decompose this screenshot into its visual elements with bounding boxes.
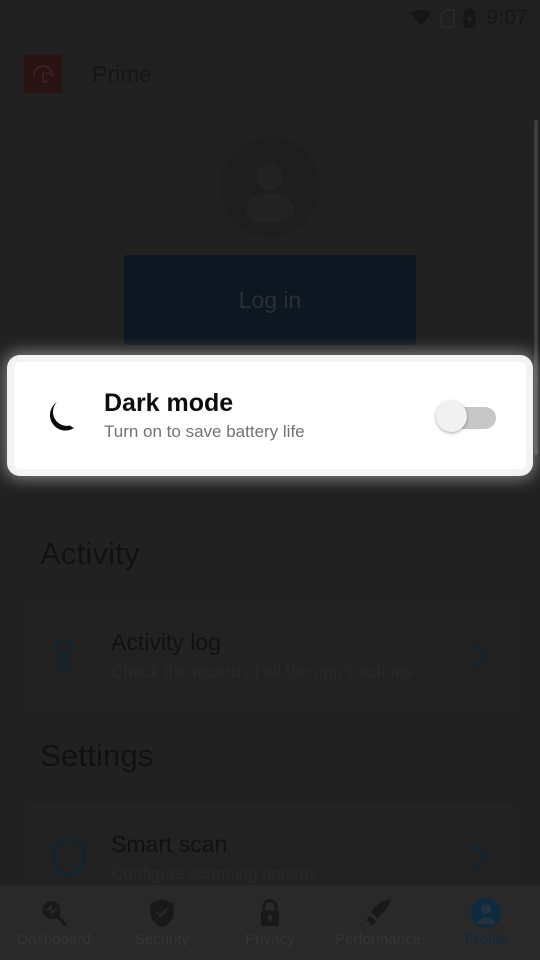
phone-screen: 9:07 Prime Log in Activity Activity log … [0,0,540,960]
settings-section-title: Settings [40,738,154,773]
login-button[interactable]: Log in [124,255,416,345]
lock-icon [258,898,282,928]
sim-missing-icon [440,8,456,28]
shield-check-icon [149,898,175,928]
dashboard-scan-icon [39,898,69,928]
avira-umbrella-logo [24,55,62,93]
wifi-icon [410,10,432,26]
dark-mode-text: Dark mode Turn on to save battery life [104,387,436,445]
nav-label-dashboard: Dashboard [17,930,91,948]
chevron-right-icon[interactable] [469,642,493,670]
nav-item-profile[interactable]: Profile [432,885,540,960]
battery-charging-icon [463,8,476,28]
nav-label-privacy: Privacy [245,930,295,948]
avatar-icon [470,897,502,928]
nav-item-performance[interactable]: Performance [324,885,432,960]
activity-log-text: Activity log Check the record of all the… [111,627,469,685]
status-bar: 9:07 [0,0,540,36]
nav-item-dashboard[interactable]: Dashboard [0,885,108,960]
smart-scan-text: Smart scan Configure scanning options [111,829,469,887]
bottom-navigation[interactable]: Dashboard Security Privacy Performance P… [0,885,540,960]
nav-label-security: Security [134,930,190,948]
shield-icon [51,837,97,879]
avatar-placeholder-icon [220,137,320,237]
chevron-right-icon[interactable] [469,844,493,872]
activity-log-subtitle: Check the record of all the app's action… [111,662,413,681]
nav-label-profile: Profile [464,930,508,948]
login-button-label: Log in [238,286,302,313]
crescent-moon-icon [44,398,90,434]
activity-log-icon [51,635,97,677]
activity-section-title: Activity [40,536,140,571]
activity-log-row[interactable]: Activity log Check the record of all the… [24,604,516,708]
activity-log-title: Activity log [111,629,221,655]
rocket-icon [363,898,393,928]
dark-mode-toggle[interactable] [436,400,498,432]
dark-mode-title: Dark mode [104,388,234,417]
dark-mode-subtitle: Turn on to save battery life [104,421,305,441]
smart-scan-title: Smart scan [111,831,228,857]
app-title: Prime [92,60,153,87]
nav-item-privacy[interactable]: Privacy [216,885,324,960]
nav-label-performance: Performance [335,930,421,948]
smart-scan-subtitle: Configure scanning options [111,864,318,883]
dark-mode-spotlight-card[interactable]: Dark mode Turn on to save battery life [14,362,526,469]
profile-avatar-wrap [0,137,540,237]
toggle-knob[interactable] [436,400,467,432]
app-bar: Prime [0,36,540,112]
vertical-scrollbar[interactable] [534,120,538,455]
app-content-layer: 9:07 Prime Log in Activity Activity log … [0,0,540,960]
nav-item-security[interactable]: Security [108,885,216,960]
status-time: 9:07 [486,6,528,29]
